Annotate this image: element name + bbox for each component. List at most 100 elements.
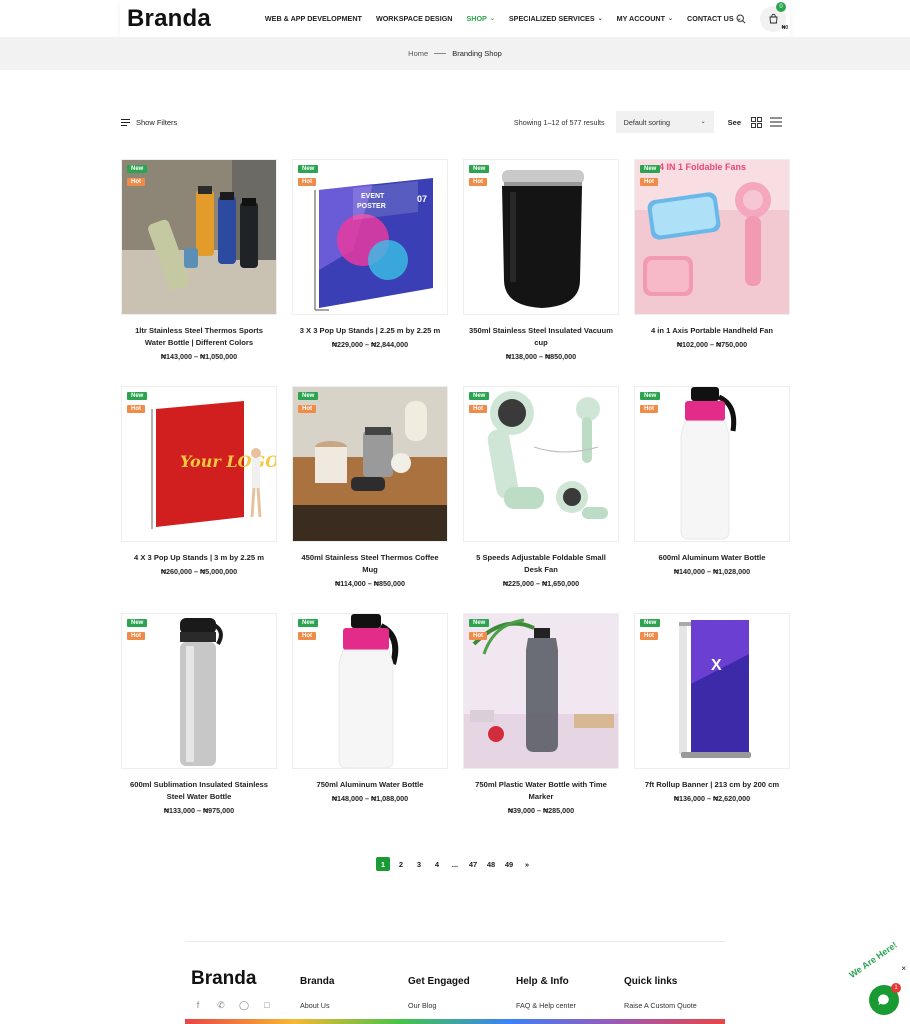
page-48[interactable]: 48 <box>484 857 498 871</box>
hot-badge: Hot <box>127 632 145 640</box>
product-title[interactable]: 350ml Stainless Steel Insulated Vacuum c… <box>463 325 619 349</box>
new-badge: New <box>469 619 490 627</box>
product-card[interactable]: New Hot 1ltr Stainless Steel Thermos Spo… <box>121 159 277 386</box>
hot-badge: Hot <box>469 178 487 186</box>
breadcrumb: Home Branding Shop <box>0 37 910 70</box>
product-card[interactable]: New Hot 450ml Stainless Steel Thermos Co… <box>292 386 448 613</box>
product-price: ₦225,000 – ₦1,650,000 <box>502 579 580 588</box>
hot-badge: Hot <box>298 178 316 186</box>
product-title[interactable]: 7ft Rollup Banner | 213 cm by 200 cm <box>634 779 790 791</box>
grid-view-icon[interactable] <box>749 115 763 129</box>
page-1[interactable]: 1 <box>376 857 390 871</box>
footer-link-custom-quote[interactable]: Raise A Custom Quote <box>624 1001 697 1010</box>
product-image[interactable]: X New Hot <box>634 613 790 769</box>
chevron-down-icon: ⌄ <box>489 16 495 22</box>
product-card[interactable]: Your LOGO New Hot 4 X 3 Pop Up Stands | … <box>121 386 277 613</box>
page-4[interactable]: 4 <box>430 857 444 871</box>
product-card[interactable]: 4 IN 1 Foldable Fans New Hot 4 in 1 Axis… <box>634 159 790 386</box>
chat-close-icon[interactable]: × <box>901 964 906 973</box>
poster-poster-text: POSTER <box>357 203 386 210</box>
page-49[interactable]: 49 <box>502 857 516 871</box>
poster-event-text: EVENT <box>361 193 385 200</box>
show-filters-button[interactable]: Show Filters <box>121 118 177 127</box>
instagram-icon[interactable]: □ <box>260 998 274 1012</box>
site-footer: Branda f ✆ ◯ □ Branda About Us Get Engag… <box>185 960 725 1024</box>
next-page-button[interactable]: » <box>520 857 534 871</box>
product-title[interactable]: 450ml Stainless Steel Thermos Coffee Mug <box>292 552 448 576</box>
nav-label: CONTACT US <box>687 14 734 23</box>
nav-workspace-design[interactable]: WORKSPACE DESIGN <box>376 14 453 23</box>
product-card[interactable]: X New Hot 7ft Rollup Banner | 213 cm by … <box>634 613 790 840</box>
product-image[interactable]: Your LOGO New Hot <box>121 386 277 542</box>
hot-badge: Hot <box>640 178 658 186</box>
nav-web-app-development[interactable]: WEB & APP DEVELOPMENT <box>265 14 362 23</box>
product-title[interactable]: 5 Speeds Adjustable Foldable Small Desk … <box>463 552 619 576</box>
footer-logo[interactable]: Branda <box>191 968 256 990</box>
footer-link-faq[interactable]: FAQ & Help center <box>516 1001 576 1010</box>
page-47[interactable]: 47 <box>466 857 480 871</box>
product-image[interactable]: New Hot <box>292 386 448 542</box>
nav-shop[interactable]: SHOP ⌄ <box>466 14 494 23</box>
product-card[interactable]: New Hot 5 Speeds Adjustable Foldable Sma… <box>463 386 619 613</box>
product-title[interactable]: 4 in 1 Axis Portable Handheld Fan <box>634 325 790 337</box>
footer-col-get-engaged: Get Engaged Our Blog <box>408 976 470 1010</box>
product-image[interactable]: 4 IN 1 Foldable Fans New Hot <box>634 159 790 315</box>
product-title[interactable]: 1ltr Stainless Steel Thermos Sports Wate… <box>121 325 277 349</box>
sort-select[interactable]: Default sorting ⌄ <box>615 111 714 133</box>
cart-button[interactable]: 0 ₦0 <box>760 1 788 32</box>
new-badge: New <box>640 619 661 627</box>
product-image[interactable]: New Hot <box>121 613 277 769</box>
product-card[interactable]: New Hot 600ml Sublimation Insulated Stai… <box>121 613 277 840</box>
product-title[interactable]: 3 X 3 Pop Up Stands | 2.25 m by 2.25 m <box>292 325 448 337</box>
product-card[interactable]: New Hot 600ml Aluminum Water Bottle ₦140… <box>634 386 790 613</box>
product-image[interactable]: New Hot <box>463 613 619 769</box>
product-title[interactable]: 750ml Aluminum Water Bottle <box>292 779 448 791</box>
new-badge: New <box>127 392 148 400</box>
product-price: ₦133,000 – ₦975,000 <box>163 806 235 815</box>
new-badge: New <box>298 392 319 400</box>
product-title[interactable]: 4 X 3 Pop Up Stands | 3 m by 2.25 m <box>121 552 277 564</box>
footer-col-quick-links: Quick links Raise A Custom Quote <box>624 976 697 1010</box>
product-card[interactable]: New Hot 750ml Plastic Water Bottle with … <box>463 613 619 840</box>
product-title[interactable]: 600ml Aluminum Water Bottle <box>634 552 790 564</box>
product-image[interactable]: New Hot <box>292 613 448 769</box>
product-image[interactable]: EVENT POSTER 07 New Hot <box>292 159 448 315</box>
product-image[interactable]: New Hot <box>463 386 619 542</box>
fan-promo-text: 4 IN 1 Foldable Fans <box>659 162 746 172</box>
product-title[interactable]: 750ml Plastic Water Bottle with Time Mar… <box>463 779 619 803</box>
new-badge: New <box>469 165 490 173</box>
product-card[interactable]: New Hot 750ml Aluminum Water Bottle ₦148… <box>292 613 448 840</box>
breadcrumb-home[interactable]: Home <box>408 49 428 58</box>
product-card[interactable]: EVENT POSTER 07 New Hot 3 X 3 Pop Up Sta… <box>292 159 448 386</box>
chat-button[interactable]: 1 <box>869 983 901 1015</box>
page-3[interactable]: 3 <box>412 857 426 871</box>
svg-text:X: X <box>711 657 722 674</box>
facebook-icon[interactable]: f <box>191 998 205 1012</box>
poster-number: 07 <box>417 194 427 204</box>
product-image[interactable]: New Hot <box>121 159 277 315</box>
product-card[interactable]: New Hot 350ml Stainless Steel Insulated … <box>463 159 619 386</box>
product-price: ₦138,000 – ₦850,000 <box>505 352 577 361</box>
list-view-icon[interactable] <box>769 115 783 129</box>
whatsapp-icon[interactable]: ◯ <box>237 998 251 1012</box>
hot-badge: Hot <box>298 405 316 413</box>
footer-link-our-blog[interactable]: Our Blog <box>408 1001 470 1010</box>
nav-label: SPECIALIZED SERVICES <box>508 14 595 23</box>
product-title[interactable]: 600ml Sublimation Insulated Stainless St… <box>121 779 277 803</box>
footer-col-title: Branda <box>300 976 335 987</box>
product-price: ₦260,000 – ₦5,000,000 <box>160 567 238 576</box>
hot-badge: Hot <box>640 632 658 640</box>
page-2[interactable]: 2 <box>394 857 408 871</box>
product-image[interactable]: New Hot <box>634 386 790 542</box>
footer-divider <box>185 941 725 942</box>
phone-icon[interactable]: ✆ <box>214 998 228 1012</box>
footer-link-about-us[interactable]: About Us <box>300 1001 334 1010</box>
product-image[interactable]: New Hot <box>463 159 619 315</box>
nav-label: SHOP <box>466 14 487 23</box>
search-icon[interactable] <box>730 8 752 30</box>
site-logo[interactable]: Branda <box>127 5 211 33</box>
new-badge: New <box>298 165 319 173</box>
nav-specialized-services[interactable]: SPECIALIZED SERVICES ⌄ <box>509 14 603 23</box>
nav-my-account[interactable]: MY ACCOUNT ⌄ <box>617 14 673 23</box>
hot-badge: Hot <box>640 405 658 413</box>
